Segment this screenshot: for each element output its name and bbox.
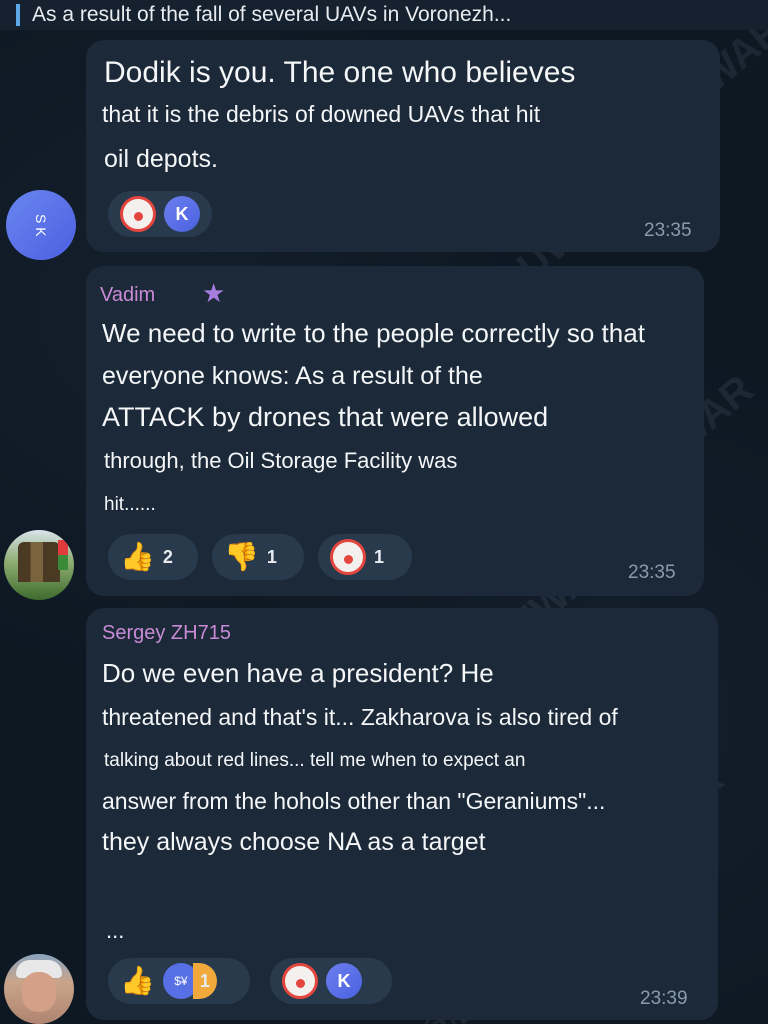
thumbs-up-icon: 👍: [120, 965, 155, 996]
sender-name: Sergey ZH715: [102, 622, 231, 644]
message-text: they always choose NA as a target: [102, 828, 486, 856]
clown-face-icon: [120, 196, 156, 232]
reaction-clown[interactable]: K: [270, 958, 392, 1004]
premium-star-icon: ★: [202, 278, 226, 308]
message-text: through, the Oil Storage Facility was: [104, 448, 458, 473]
reaction-count: 2: [162, 546, 173, 567]
reaction-clown[interactable]: K: [108, 191, 212, 237]
thumbs-up-icon: 👍: [120, 541, 155, 572]
reaction-count: 1: [192, 963, 217, 999]
reply-accent-bar: [16, 4, 20, 26]
avatar-initials: S K: [33, 213, 49, 237]
message-text: Dodik is you. The one who believes: [104, 56, 576, 89]
message-time: 23:35: [644, 220, 692, 241]
avatar-flag: [58, 540, 68, 570]
message-text: hit......: [104, 494, 156, 515]
message-text: oil depots.: [104, 145, 218, 173]
avatar[interactable]: S K: [6, 190, 76, 260]
message-text: that it is the debris of downed UAVs tha…: [102, 101, 541, 127]
reaction-thumbs-up[interactable]: 👍 $¥ 1: [108, 958, 250, 1004]
reaction-count: 1: [266, 546, 277, 567]
avatar[interactable]: [4, 954, 74, 1024]
message-text: everyone knows: As a result of the: [102, 362, 483, 390]
reactor-avatar: K: [326, 963, 362, 999]
reactor-avatar: K: [164, 196, 200, 232]
message-text: threatened and that's it... Zakharova is…: [102, 704, 618, 730]
clown-face-icon: [282, 963, 318, 999]
reply-preview-text: As a result of the fall of several UAVs …: [32, 3, 512, 26]
message-time: 23:39: [640, 988, 688, 1009]
message-text: ATTACK by drones that were allowed: [102, 402, 549, 432]
clown-face-icon: [330, 539, 366, 575]
reaction-thumbs-down[interactable]: 👎 1: [212, 534, 304, 580]
avatar[interactable]: [4, 530, 74, 600]
message-text: answer from the hohols other than "Geran…: [102, 788, 606, 814]
avatar-face: [22, 972, 56, 1012]
thumbs-down-icon: 👎: [224, 541, 259, 572]
message-text: ...: [106, 918, 125, 943]
reaction-count: 1: [374, 546, 385, 567]
message-text: We need to write to the people correctly…: [102, 318, 645, 348]
sender-name: Vadim: [100, 284, 156, 306]
avatar-figures-image: [18, 542, 60, 582]
reply-preview[interactable]: As a result of the fall of several UAVs …: [0, 0, 768, 30]
message-text: Do we even have a president? He: [102, 658, 494, 688]
message-time: 23:35: [628, 562, 676, 583]
reaction-thumbs-up[interactable]: 👍 2: [108, 534, 198, 580]
message-text: talking about red lines... tell me when …: [104, 750, 526, 771]
reaction-clown[interactable]: 1: [318, 534, 412, 580]
